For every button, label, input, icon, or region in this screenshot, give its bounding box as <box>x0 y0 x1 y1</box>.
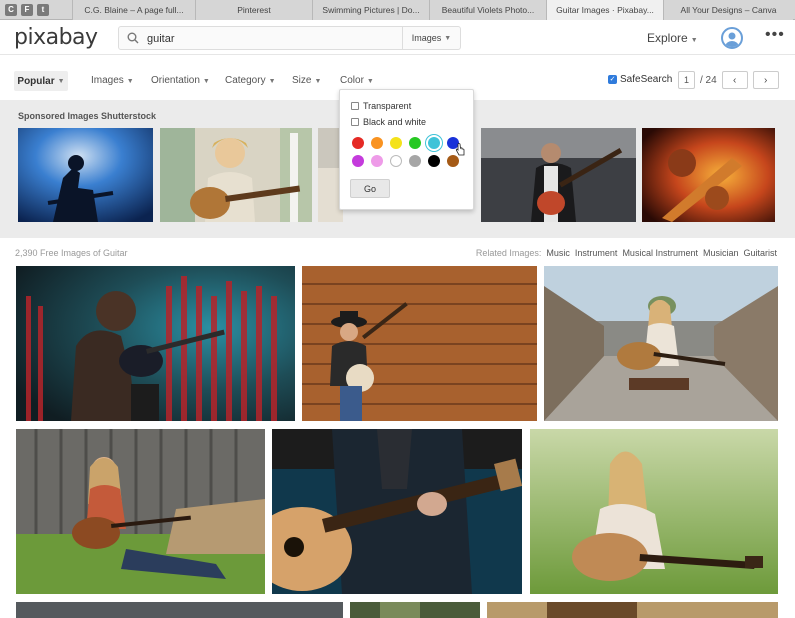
browser-tab[interactable]: Beautiful Violets Photo... <box>429 0 546 20</box>
user-icon <box>725 32 739 47</box>
search-input[interactable] <box>147 30 397 48</box>
safesearch-label: SafeSearch <box>620 74 673 85</box>
pixabay-logo[interactable]: pixabay <box>14 25 98 50</box>
site-header: pixabay Images▼ Explore▼ ••• <box>0 21 795 55</box>
sponsored-title: Sponsored Images Shutterstock <box>18 111 157 121</box>
result-image[interactable] <box>16 602 343 618</box>
color-swatch[interactable] <box>352 155 364 167</box>
sponsored-image[interactable] <box>642 128 775 222</box>
explore-label: Explore <box>647 31 688 45</box>
chevron-down-icon: ▼ <box>690 37 698 44</box>
search-type-select[interactable]: Images ▼ <box>402 27 460 49</box>
color-swatch[interactable] <box>390 137 402 149</box>
color-swatch[interactable] <box>428 137 440 149</box>
browser-tab[interactable]: C.G. Blaine – A page full... <box>72 0 195 20</box>
sponsored-image[interactable] <box>481 128 636 222</box>
page-total: / 24 <box>700 74 717 86</box>
sponsored-image[interactable] <box>18 128 153 222</box>
filter-label: Size <box>292 75 312 86</box>
related-tag[interactable]: Music <box>546 248 570 258</box>
chevron-down-icon: ▼ <box>126 78 134 85</box>
result-image[interactable] <box>544 266 778 421</box>
sort-popular-button[interactable]: Popular ▼ <box>14 71 68 91</box>
browser-tab[interactable]: All Your Designs – Canva <box>663 0 793 20</box>
more-options-icon[interactable]: ••• <box>765 26 785 44</box>
checkbox-unchecked-icon[interactable] <box>351 118 359 126</box>
chevron-down-icon: ▼ <box>57 77 65 85</box>
black-white-label: Black and white <box>363 117 427 127</box>
search-icon[interactable] <box>127 32 139 44</box>
filter-category[interactable]: Category ▼ <box>225 75 276 86</box>
result-image[interactable] <box>272 429 522 594</box>
user-avatar[interactable] <box>721 27 743 49</box>
pinned-tab-icon[interactable]: C <box>5 3 17 16</box>
checkbox-unchecked-icon[interactable] <box>351 102 359 110</box>
related-tag[interactable]: Guitarist <box>743 248 777 258</box>
safesearch-toggle[interactable]: ✓ SafeSearch <box>608 74 672 85</box>
related-label: Related Images: <box>475 248 542 258</box>
browser-tab-bar: C F t C.G. Blaine – A page full... Pinte… <box>0 0 795 20</box>
color-swatch[interactable] <box>352 137 364 149</box>
browser-tab[interactable]: Pinterest <box>195 0 312 20</box>
related-tag[interactable]: Instrument <box>575 248 618 258</box>
chevron-down-icon: ▼ <box>366 78 374 85</box>
prev-page-button[interactable]: ‹ <box>721 71 748 89</box>
color-swatch[interactable] <box>409 137 421 149</box>
result-image[interactable] <box>487 602 778 618</box>
result-image[interactable] <box>16 429 265 594</box>
chevron-down-icon: ▼ <box>444 34 452 42</box>
pagination: 1 / 24 ‹ › <box>678 71 779 89</box>
filter-size[interactable]: Size ▼ <box>292 75 321 86</box>
transparent-label: Transparent <box>363 101 412 111</box>
color-swatch[interactable] <box>390 155 402 167</box>
result-image[interactable] <box>530 429 778 594</box>
checkbox-checked-icon[interactable]: ✓ <box>608 75 617 84</box>
transparent-option[interactable]: Transparent <box>351 101 411 111</box>
color-swatch[interactable] <box>371 137 383 149</box>
color-swatch[interactable] <box>409 155 421 167</box>
results-info-bar: 2,390 Free Images of Guitar Related Imag… <box>0 240 795 264</box>
browser-tab-active[interactable]: Guitar Images · Pixabay... <box>546 0 663 20</box>
color-swatch[interactable] <box>371 155 383 167</box>
sponsored-image[interactable] <box>160 128 312 222</box>
black-white-option[interactable]: Black and white <box>351 117 426 127</box>
chevron-down-icon: ▼ <box>314 78 322 85</box>
hand-cursor-icon <box>455 143 465 156</box>
filter-orientation[interactable]: Orientation ▼ <box>151 75 210 86</box>
filter-label: Images <box>91 75 124 86</box>
filter-images[interactable]: Images ▼ <box>91 75 134 86</box>
search-box: Images▼ <box>118 26 461 50</box>
browser-tab[interactable]: Swimming Pictures | Do... <box>312 0 429 20</box>
page-number-input[interactable]: 1 <box>678 71 695 89</box>
sort-label: Popular <box>17 75 55 87</box>
chevron-down-icon: ▼ <box>268 78 276 85</box>
color-swatch[interactable] <box>447 155 459 167</box>
pinned-tabs: C F t <box>0 3 72 16</box>
pinned-tab-icon[interactable]: F <box>21 3 33 16</box>
search-type-label: Images <box>411 33 442 43</box>
result-image[interactable] <box>16 266 295 421</box>
filter-color[interactable]: Color ▼ <box>340 75 374 86</box>
related-tag[interactable]: Musician <box>703 248 739 258</box>
next-page-button[interactable]: › <box>752 71 779 89</box>
explore-menu[interactable]: Explore ▼ <box>647 31 698 45</box>
related-tag[interactable]: Musical Instrument <box>622 248 698 258</box>
filter-label: Category <box>225 75 266 86</box>
result-image[interactable] <box>302 266 537 421</box>
result-image[interactable] <box>350 602 480 618</box>
filter-label: Color <box>340 75 364 86</box>
filter-label: Orientation <box>151 75 200 86</box>
chevron-down-icon: ▼ <box>202 78 210 85</box>
pinned-tab-icon[interactable]: t <box>37 3 49 16</box>
color-filter-dropdown: Transparent Black and white Go <box>339 89 474 210</box>
color-swatch[interactable] <box>428 155 440 167</box>
go-button[interactable]: Go <box>350 179 390 198</box>
related-tags: Related Images: Music Instrument Musical… <box>476 248 777 258</box>
results-count: 2,390 Free Images of Guitar <box>15 248 128 258</box>
